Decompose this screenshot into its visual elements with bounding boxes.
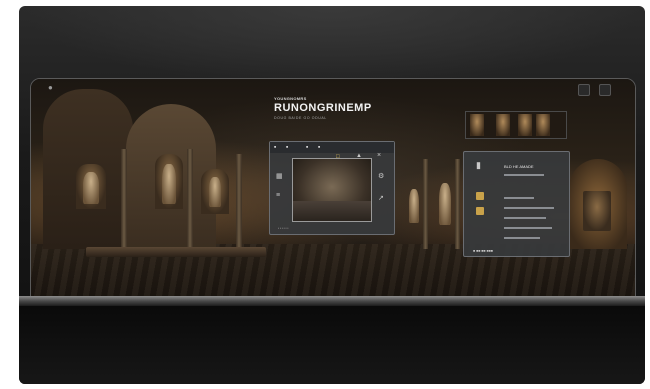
gallery-thumb[interactable]: [470, 114, 484, 136]
detail-line: [504, 237, 540, 239]
hero-subtitle: DOUG BAIDE GO ODUAL: [274, 116, 327, 120]
list-icon[interactable]: ≡: [276, 192, 280, 199]
statue-mid-1: [409, 189, 419, 223]
detail-line: [504, 227, 552, 229]
right-panel-title: BLD HE AMADE: [504, 164, 534, 169]
pillar-left-2: [187, 149, 193, 249]
gallery-thumb[interactable]: [536, 114, 550, 136]
grid-icon[interactable]: ▦: [276, 172, 283, 180]
detail-line: [504, 174, 544, 176]
presentation-stage: ● YOUNGNOMRS RUNONGRINEMP DOUG BAIDE GO …: [19, 6, 645, 384]
badge-amber[interactable]: [476, 192, 484, 200]
detail-line: [504, 217, 546, 219]
gallery-thumb[interactable]: [518, 114, 532, 136]
pillar-right-2: [455, 159, 460, 249]
tab-3[interactable]: ■: [306, 145, 308, 149]
corner-button-1[interactable]: [578, 84, 590, 96]
tab-2[interactable]: ■: [286, 145, 288, 149]
tab-1[interactable]: ■: [274, 145, 276, 149]
detail-line: [504, 197, 534, 199]
gallery-thumb[interactable]: [496, 114, 510, 136]
tab-4[interactable]: ■: [318, 145, 320, 149]
center-panel: ■ ■ ■ ■ □ ▲ × ▦ ≡ ⚙ ↗ • • • • • •: [269, 141, 395, 235]
statue-left-1: [83, 172, 99, 204]
preview-floor: [293, 201, 371, 221]
settings-icon[interactable]: ⚙: [378, 172, 384, 180]
stage-platform: [86, 247, 266, 257]
hero-kicker: YOUNGNOMRS: [274, 96, 307, 101]
right-panel: ▮ BLD HE AMADE: [463, 151, 570, 257]
detail-line: [504, 207, 554, 209]
statue-left-2: [162, 164, 176, 204]
share-icon[interactable]: ↗: [378, 194, 384, 202]
phone-icon: ▮: [476, 160, 481, 170]
pillar-right-1: [423, 159, 428, 249]
top-glow: [19, 6, 645, 86]
panel-footer: • • • • • •: [278, 226, 289, 230]
close-icon[interactable]: ×: [377, 152, 381, 159]
laptop-screen: ● YOUNGNOMRS RUNONGRINEMP DOUG BAIDE GO …: [30, 78, 636, 310]
pillar-left-1: [121, 149, 127, 249]
base-shadow: [19, 306, 645, 384]
gallery-strip[interactable]: [465, 111, 567, 139]
badge-amber[interactable]: [476, 207, 484, 215]
hero-title: RUNONGRINEMP: [274, 102, 372, 114]
laptop-base: [19, 296, 645, 306]
corner-button-2[interactable]: [599, 84, 611, 96]
right-footer-strip: ■ ■■ ■■ ■■■: [473, 249, 493, 253]
niche-right: [583, 191, 611, 231]
camera-icon[interactable]: ●: [48, 83, 53, 92]
statue-mid-2: [439, 183, 451, 225]
pillar-left-3: [236, 154, 242, 249]
scene-preview[interactable]: [292, 158, 372, 222]
panel-tabbar: ■ ■ ■ ■: [270, 142, 394, 153]
statue-left-3: [209, 177, 221, 207]
